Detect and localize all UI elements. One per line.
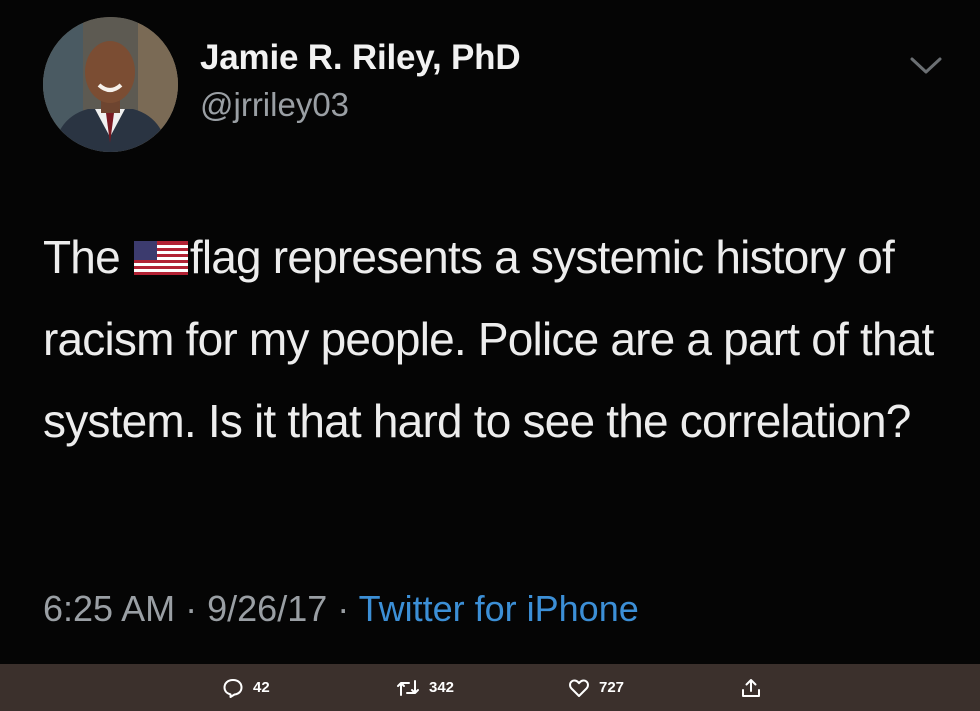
reply-button[interactable]: 42	[222, 664, 270, 711]
avatar[interactable]	[43, 17, 178, 152]
meta-separator: ·	[185, 588, 198, 629]
like-button[interactable]: 727	[568, 664, 624, 711]
like-count: 727	[599, 679, 625, 696]
tweet-meta: 6:25 AM · 9/26/17 · Twitter for iPhone	[43, 588, 639, 630]
retweet-button[interactable]: 342	[396, 664, 454, 711]
author-name[interactable]: Jamie R. Riley, PhD	[200, 38, 521, 78]
tweet-text: The flag represents a systemic history o…	[43, 216, 963, 462]
reply-count: 42	[253, 679, 270, 696]
chevron-down-icon[interactable]	[906, 50, 946, 80]
tweet-card: Jamie R. Riley, PhD @jrriley03 The flag …	[0, 0, 980, 664]
author-handle[interactable]: @jrriley03	[200, 86, 349, 124]
share-icon	[742, 678, 760, 697]
tweet-action-bar: 42 342 727	[0, 664, 980, 711]
us-flag-icon	[133, 241, 188, 275]
meta-separator: ·	[337, 588, 350, 629]
retweet-count: 342	[429, 679, 455, 696]
share-button[interactable]	[740, 664, 771, 711]
tweet-time[interactable]: 6:25 AM	[43, 588, 175, 629]
tweet-date[interactable]: 9/26/17	[207, 588, 327, 629]
retweet-icon	[397, 679, 419, 696]
heart-icon	[569, 678, 589, 697]
reply-icon	[223, 678, 243, 698]
tweet-text-part1: The	[43, 231, 132, 283]
tweet-source-link[interactable]: Twitter for iPhone	[359, 588, 639, 629]
